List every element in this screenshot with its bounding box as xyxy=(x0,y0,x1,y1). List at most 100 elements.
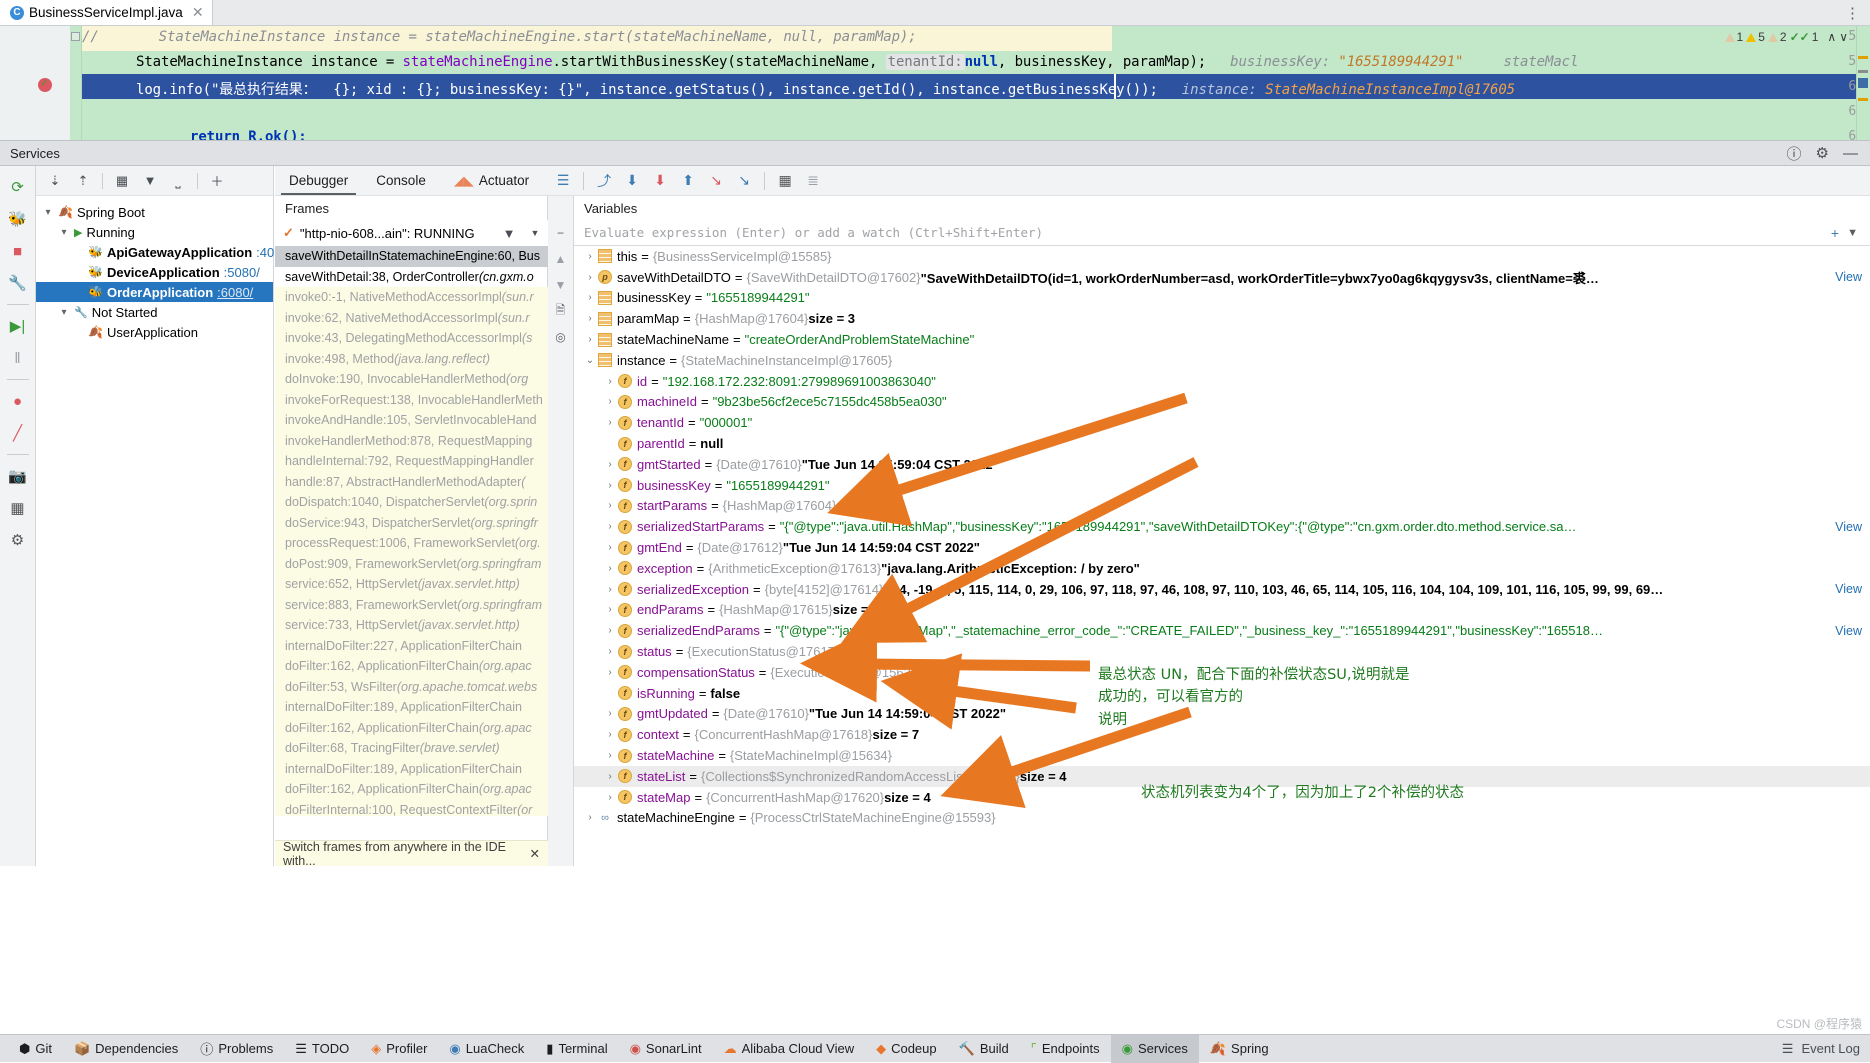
add-tab-icon[interactable]: ⎵ xyxy=(165,169,191,193)
warning-indicator[interactable]: 5 xyxy=(1746,30,1765,44)
add-service-icon[interactable]: ＋ xyxy=(204,169,230,193)
variable-row[interactable]: ›fgmtEnd={Date@17612} "Tue Jun 14 14:59:… xyxy=(574,537,1870,558)
status-item-sonarlint[interactable]: ◉SonarLint xyxy=(619,1035,713,1063)
typo-indicator[interactable]: 2 xyxy=(1768,30,1787,44)
tree-item-not-started[interactable]: ▾ 🔧 Not Started xyxy=(36,302,273,322)
variable-row[interactable]: ›fserializedEndParams="{"@type":"java.ut… xyxy=(574,620,1870,641)
variable-row[interactable]: ⌄instance={StateMachineInstanceImpl@1760… xyxy=(574,350,1870,371)
frame-row[interactable]: doFilter:68, TracingFilter (brave.servle… xyxy=(275,738,548,759)
chevron-right-icon[interactable]: › xyxy=(602,500,618,511)
chevron-right-icon[interactable]: › xyxy=(582,313,598,324)
copy-icon[interactable]: 🗎 xyxy=(550,300,572,322)
frame-row[interactable]: service:652, HttpServlet (javax.servlet.… xyxy=(275,574,548,595)
stop-icon[interactable]: ■ xyxy=(3,236,33,266)
help-icon[interactable]: ⓘ xyxy=(1787,143,1802,164)
event-log-label[interactable]: Event Log xyxy=(1801,1041,1860,1056)
debug-icon[interactable]: 🐝 xyxy=(3,204,33,234)
step-out-icon[interactable]: ⬆ xyxy=(674,166,702,195)
frame-row[interactable]: invoke:62, NativeMethodAccessorImpl (sun… xyxy=(275,308,548,329)
chevron-right-icon[interactable]: › xyxy=(602,646,618,657)
expand-all-icon[interactable]: ⇣ xyxy=(42,169,68,193)
chevron-right-icon[interactable]: › xyxy=(602,729,618,740)
close-icon[interactable]: ✕ xyxy=(530,846,540,861)
frame-row[interactable]: doFilterInternal:100, RequestContextFilt… xyxy=(275,800,548,817)
rerun-icon[interactable]: ⟳ xyxy=(3,172,33,202)
chevron-right-icon[interactable]: › xyxy=(582,334,598,345)
move-up-icon[interactable]: ▲ xyxy=(550,248,572,270)
status-item-build[interactable]: 🔨Build xyxy=(948,1035,1020,1063)
chevron-right-icon[interactable]: › xyxy=(602,584,618,595)
chevron-down-icon[interactable]: ▾ xyxy=(42,207,54,218)
tree-item-port[interactable]: :5080/ xyxy=(224,265,260,280)
chevron-right-icon[interactable]: › xyxy=(602,563,618,574)
chevron-down-icon[interactable]: ▾ xyxy=(58,307,70,318)
move-down-icon[interactable]: ▼ xyxy=(550,274,572,296)
evaluate-expression-row[interactable]: Evaluate expression (Enter) or add a wat… xyxy=(574,220,1870,246)
chevron-right-icon[interactable]: › xyxy=(582,272,598,283)
variable-row[interactable]: ›fexception={ArithmeticException@17613} … xyxy=(574,558,1870,579)
gear-icon[interactable]: ⚙ xyxy=(3,525,33,555)
sidebar-item-deviceapplication[interactable]: 🐝 DeviceApplication :5080/ xyxy=(36,262,273,282)
code-editor[interactable]: 58 59 60 61 62 ✓ //StateMachineInstance … xyxy=(0,26,1870,140)
chevron-right-icon[interactable]: › xyxy=(602,604,618,615)
chevron-right-icon[interactable]: › xyxy=(602,376,618,387)
variable-row[interactable]: ›fserializedException={byte[4152]@17614}… xyxy=(574,579,1870,600)
weak-warning-indicator[interactable]: 1 xyxy=(1725,30,1744,44)
frame-row[interactable]: invokeForRequest:138, InvocableHandlerMe… xyxy=(275,390,548,411)
frame-row[interactable]: doDispatch:1040, DispatcherServlet (org.… xyxy=(275,492,548,513)
more-tabs-icon[interactable]: ⋮ xyxy=(1845,4,1860,22)
layout-icon[interactable]: ▦ xyxy=(3,493,33,523)
status-item-profiler[interactable]: ◈Profiler xyxy=(360,1035,438,1063)
view-breakpoints-icon[interactable]: ╱ xyxy=(3,418,33,448)
frame-row[interactable]: invokeHandlerMethod:878, RequestMapping xyxy=(275,431,548,452)
frame-row[interactable]: doService:943, DispatcherServlet (org.sp… xyxy=(275,513,548,534)
variable-row[interactable]: ›fgmtUpdated={Date@17610} "Tue Jun 14 14… xyxy=(574,704,1870,725)
frame-row[interactable]: invoke:43, DelegatingMethodAccessorImpl … xyxy=(275,328,548,349)
frame-row[interactable]: service:883, FrameworkServlet (org.sprin… xyxy=(275,595,548,616)
sidebar-item-orderapplication[interactable]: 🐝 OrderApplication :6080/ xyxy=(36,282,273,302)
chevron-right-icon[interactable]: › xyxy=(602,667,618,678)
chevron-right-icon[interactable]: › xyxy=(602,771,618,782)
chevron-right-icon[interactable]: › xyxy=(602,480,618,491)
status-item-endpoints[interactable]: ⌜Endpoints xyxy=(1020,1035,1111,1063)
chevron-right-icon[interactable]: › xyxy=(602,542,618,553)
variable-row[interactable]: ›fgmtStarted={Date@17610} "Tue Jun 14 14… xyxy=(574,454,1870,475)
frame-row[interactable]: invokeAndHandle:105, ServletInvocableHan… xyxy=(275,410,548,431)
variable-row[interactable]: ›fcompensationStatus={ExecutionStatus@15… xyxy=(574,662,1870,683)
tab-console[interactable]: Console xyxy=(362,166,440,195)
eye-icon[interactable]: ◎ xyxy=(550,326,572,348)
variable-row[interactable]: ›ftenantId="000001" xyxy=(574,412,1870,433)
status-item-problems[interactable]: ⓘProblems xyxy=(189,1035,284,1063)
tree-item-port[interactable]: :6080/ xyxy=(217,285,253,300)
evaluate-expression-icon[interactable]: ▦ xyxy=(771,166,799,195)
frame-row[interactable]: doFilter:162, ApplicationFilterChain (or… xyxy=(275,656,548,677)
frame-row[interactable]: doFilter:53, WsFilter (org.apache.tomcat… xyxy=(275,677,548,698)
variable-row[interactable]: ›fstateList={Collections$SynchronizedRan… xyxy=(574,766,1870,787)
minimize-icon[interactable]: — xyxy=(1843,145,1858,162)
status-item-codeup[interactable]: ◆Codeup xyxy=(865,1035,948,1063)
frame-row[interactable]: saveWithDetail:38, OrderController (cn.g… xyxy=(275,267,548,288)
frames-list[interactable]: saveWithDetailInStatemachineEngine:60, B… xyxy=(275,246,548,816)
frame-row[interactable]: doPost:909, FrameworkServlet (org.spring… xyxy=(275,554,548,575)
chevron-right-icon[interactable]: › xyxy=(602,750,618,761)
status-item-services[interactable]: ◉Services xyxy=(1111,1035,1199,1063)
chevron-down-icon[interactable]: ▼ xyxy=(1847,227,1858,239)
chevron-right-icon[interactable]: › xyxy=(582,292,598,303)
tree-item-running[interactable]: ▾ ▶ Running xyxy=(36,222,273,242)
camera-icon[interactable]: 📷 xyxy=(3,461,33,491)
chevron-right-icon[interactable]: › xyxy=(602,792,618,803)
settings-icon[interactable]: ≣ xyxy=(799,166,827,195)
chevron-down-icon[interactable]: ▾ xyxy=(58,227,70,238)
chevron-right-icon[interactable]: › xyxy=(602,521,618,532)
variable-row[interactable]: ›fid="192.168.172.232:8091:2799896910038… xyxy=(574,371,1870,392)
tab-debugger[interactable]: Debugger xyxy=(275,166,362,195)
status-item-git[interactable]: ⬢Git xyxy=(8,1035,63,1063)
editor-scrollbar[interactable] xyxy=(1856,26,1870,140)
close-icon[interactable]: ✕ xyxy=(192,4,204,21)
variable-row[interactable]: ›businessKey="1655189944291" xyxy=(574,288,1870,309)
frame-row[interactable]: doFilter:162, ApplicationFilterChain (or… xyxy=(275,779,548,800)
variable-row[interactable]: ›paramMap={HashMap@17604} size = 3 xyxy=(574,308,1870,329)
frame-row[interactable]: handleInternal:792, RequestMappingHandle… xyxy=(275,451,548,472)
variable-row[interactable]: ›fserializedStartParams="{"@type":"java.… xyxy=(574,516,1870,537)
status-item-luacheck[interactable]: ◉LuaCheck xyxy=(438,1035,535,1063)
